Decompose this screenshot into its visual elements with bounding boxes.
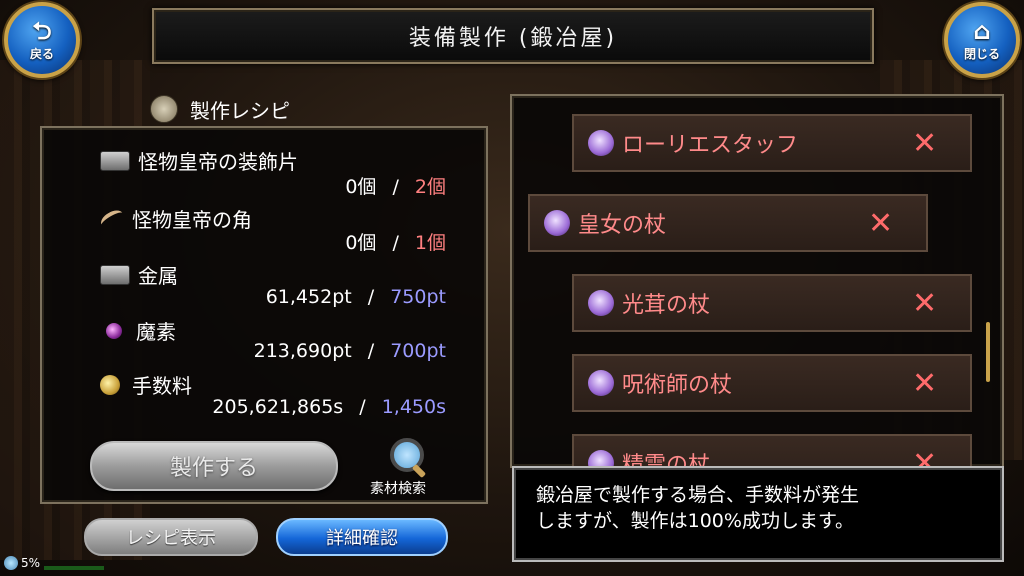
coin-icon: [100, 374, 120, 395]
material-need: 750pt: [390, 286, 446, 308]
item-name: ローリエスタッフ: [622, 133, 799, 158]
craft-button[interactable]: 製作する: [90, 441, 338, 491]
unavailable-x-icon: ✕: [912, 445, 938, 468]
material-have: 61,452pt: [265, 286, 352, 308]
material-need: 1個: [414, 232, 446, 254]
gray-box-icon: [100, 150, 130, 171]
material-row: 怪物皇帝の装飾片: [100, 146, 298, 175]
message-line: 鍛冶屋で製作する場合、手数料が発生: [536, 484, 860, 506]
back-button[interactable]: ⮌ 戻る: [4, 2, 80, 78]
material-have: 205,621,865s: [212, 396, 344, 418]
separator: /: [367, 286, 375, 308]
separator: /: [367, 340, 375, 362]
home-icon: ⌂: [973, 16, 991, 45]
list-item[interactable]: 呪術師の杖 ✕: [572, 354, 972, 412]
unavailable-x-icon: ✕: [912, 125, 938, 161]
material-have: 0個: [345, 232, 377, 254]
material-quantity: 205,621,865s / 1,450s: [212, 396, 446, 418]
material-need: 1,450s: [381, 396, 446, 418]
page-title: 装備製作 (鍛冶屋): [152, 8, 874, 64]
material-quantity: 0個 / 1個: [345, 228, 446, 255]
magnifier-icon[interactable]: [390, 438, 424, 472]
unavailable-x-icon: ✕: [868, 205, 894, 241]
message-line: しますが、製作は100%成功します。: [536, 510, 855, 532]
recipe-header: 製作レシピ: [150, 92, 370, 126]
item-name: 精霊の杖: [622, 453, 711, 468]
unavailable-x-icon: ✕: [912, 285, 938, 321]
message-text: 鍛冶屋で製作する場合、手数料が発生 しますが、製作は100%成功します。: [536, 482, 986, 534]
list-item[interactable]: ローリエスタッフ ✕: [572, 114, 972, 172]
material-search-label[interactable]: 素材検索: [370, 478, 426, 498]
item-name: 光茸の杖: [622, 293, 711, 318]
item-name: 皇女の杖: [578, 213, 667, 238]
material-name: 手数料: [132, 374, 192, 398]
unavailable-x-icon: ✕: [912, 365, 938, 401]
material-need: 2個: [414, 176, 446, 198]
back-arrow-icon: ⮌: [32, 16, 52, 45]
list-scrollbar[interactable]: [986, 322, 990, 382]
recipe-book-icon: [150, 95, 178, 123]
material-row: 怪物皇帝の角: [98, 204, 252, 233]
list-item[interactable]: 光茸の杖 ✕: [572, 274, 972, 332]
staff-icon: [588, 290, 614, 316]
horn-icon: [98, 206, 126, 231]
list-item[interactable]: 精霊の杖 ✕: [572, 434, 972, 468]
material-have: 213,690pt: [253, 340, 352, 362]
recipe-display-button[interactable]: レシピ表示: [84, 518, 258, 556]
status-indicator: 5%: [4, 556, 40, 570]
list-item-selected[interactable]: 皇女の杖 ✕: [528, 194, 928, 252]
recipe-title: 製作レシピ: [190, 98, 290, 123]
staff-icon: [588, 370, 614, 396]
staff-icon: [588, 130, 614, 156]
material-have: 0個: [345, 176, 377, 198]
message-box: 鍛冶屋で製作する場合、手数料が発生 しますが、製作は100%成功します。: [512, 466, 1004, 562]
details-button[interactable]: 詳細確認: [276, 518, 448, 556]
material-quantity: 213,690pt / 700pt: [254, 340, 446, 362]
close-button[interactable]: ⌂ 閉じる: [944, 2, 1020, 78]
status-icon: [4, 556, 18, 570]
material-name: 怪物皇帝の角: [132, 208, 252, 232]
separator: /: [392, 176, 399, 198]
magic-orb-icon: [106, 322, 122, 339]
status-bar: [44, 566, 104, 570]
material-row: 魔素: [100, 316, 176, 345]
material-row: 手数料: [100, 370, 192, 399]
status-percent: 5%: [21, 556, 41, 570]
material-name: 金属: [138, 264, 178, 288]
back-label: 戻る: [29, 46, 54, 61]
material-name: 怪物皇帝の装飾片: [138, 150, 298, 174]
item-name: 呪術師の杖: [622, 373, 733, 398]
material-quantity: 0個 / 2個: [345, 172, 446, 199]
material-row: 金属: [100, 260, 178, 289]
separator: /: [359, 396, 366, 418]
material-name: 魔素: [136, 320, 176, 344]
material-need: 700pt: [390, 340, 446, 362]
metal-icon: [100, 264, 130, 285]
staff-icon: [544, 210, 570, 236]
item-list-panel: ローリエスタッフ ✕ 皇女の杖 ✕ 光茸の杖 ✕ 呪術師の杖 ✕ 精霊の杖 ✕: [510, 94, 1004, 468]
material-quantity: 61,452pt / 750pt: [266, 286, 446, 308]
separator: /: [392, 232, 399, 254]
close-label: 閉じる: [963, 46, 1000, 61]
